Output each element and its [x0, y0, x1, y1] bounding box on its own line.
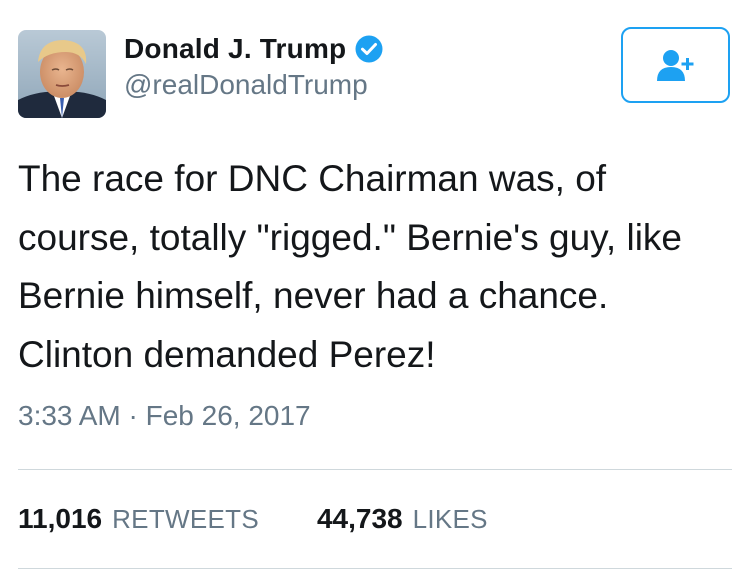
- divider: [18, 568, 732, 569]
- tweet-timestamp[interactable]: 3:33 AM · Feb 26, 2017: [18, 400, 311, 432]
- avatar[interactable]: [18, 30, 106, 118]
- add-user-icon: [656, 50, 693, 81]
- display-name[interactable]: Donald J. Trump: [124, 33, 346, 65]
- author-handle[interactable]: @realDonaldTrump: [124, 69, 368, 101]
- tweet-text-line: course, totally "rigged." Bernie's guy, …: [18, 216, 683, 258]
- divider: [18, 469, 732, 470]
- tweet-text-line: Bernie himself, never had a chance.: [18, 275, 609, 316]
- author-name-row: Donald J. Trump: [124, 31, 384, 67]
- retweets-stat[interactable]: 11,016 RETWEETS: [18, 503, 259, 535]
- retweets-label: RETWEETS: [112, 504, 259, 534]
- tweet-text-line: Clinton demanded Perez!: [18, 333, 436, 375]
- tweet-text: The race for DNC Chairman was, of course…: [18, 150, 733, 384]
- tweet-stats: 11,016 RETWEETS 44,738 LIKES: [18, 503, 546, 535]
- profile-photo-icon: [18, 30, 106, 118]
- tweet-text-line: The race for DNC Chairman was, of: [18, 158, 607, 199]
- likes-stat[interactable]: 44,738 LIKES: [317, 503, 488, 535]
- likes-count: 44,738: [316, 503, 403, 534]
- follow-button[interactable]: [621, 27, 730, 103]
- verified-badge-icon: [354, 34, 384, 64]
- retweets-count: 11,016: [18, 503, 103, 534]
- tweet-card: Donald J. Trump @realDonaldTrump The rac…: [0, 0, 750, 571]
- likes-label: LIKES: [412, 504, 488, 534]
